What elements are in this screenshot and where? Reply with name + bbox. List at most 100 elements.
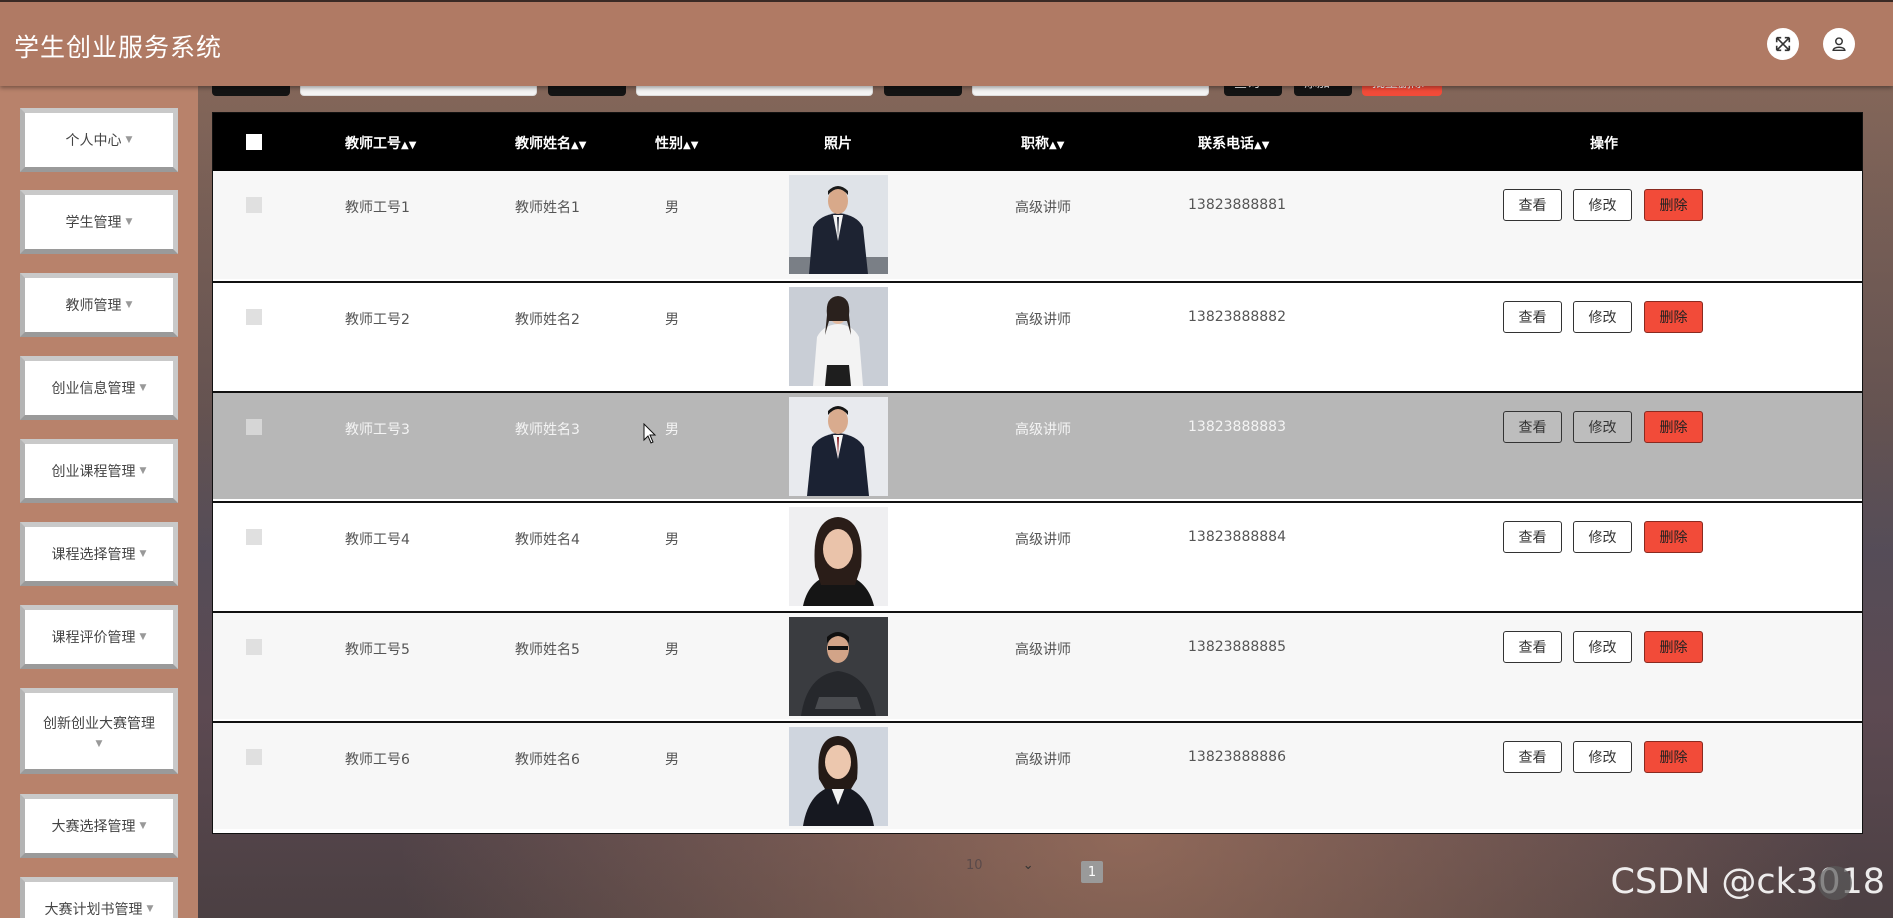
edit-button[interactable]: 修改	[1573, 631, 1632, 663]
sidebar-item-label: 创业课程管理	[51, 464, 136, 480]
table-row-highlighted[interactable]: 教师工号3 教师姓名3 男 高级讲师 13823888883 查看 修改 删除	[213, 391, 1862, 499]
cell-teacher-id: 教师工号5	[345, 642, 410, 658]
table-row[interactable]: 教师工号5 教师姓名5 男 高级讲师 13823888885 查看 修改 删除	[213, 611, 1862, 719]
user-icon	[1832, 37, 1846, 52]
edit-button[interactable]: 修改	[1573, 411, 1632, 443]
teacher-photo	[789, 175, 888, 274]
sidebar-item-startup-info[interactable]: 创业信息管理 ▼	[20, 356, 178, 420]
cell-teacher-id: 教师工号6	[345, 752, 410, 768]
delete-button[interactable]: 删除	[1644, 741, 1703, 773]
view-button[interactable]: 查看	[1503, 631, 1562, 663]
view-button[interactable]: 查看	[1503, 189, 1562, 221]
cell-gender: 男	[665, 312, 679, 328]
column-header-title[interactable]: 职称▲▼	[1021, 133, 1064, 153]
select-all-checkbox[interactable]	[246, 134, 262, 150]
sidebar-item-label: 课程选择管理	[51, 547, 136, 563]
sidebar-item-teacher-management[interactable]: 教师管理 ▼	[20, 273, 178, 337]
delete-button[interactable]: 删除	[1644, 301, 1703, 333]
sort-icon: ▲▼	[683, 140, 699, 151]
row-checkbox[interactable]	[246, 419, 262, 435]
sidebar-item-business-plan[interactable]: 大赛计划书管理 ▼	[20, 877, 178, 918]
table-row[interactable]: 教师工号4 教师姓名4 男 高级讲师 13823888884 查看 修改 删除	[213, 501, 1862, 609]
column-header-teacher-name[interactable]: 教师姓名▲▼	[515, 133, 586, 153]
sidebar-item-label: 创业信息管理	[51, 381, 136, 397]
sidebar: 个人中心 ▼ 学生管理 ▼ 教师管理 ▼ 创业信息管理 ▼ 创业课程管理 ▼ 课程选择管理…	[0, 84, 198, 918]
view-button[interactable]: 查看	[1503, 411, 1562, 443]
page-button-current[interactable]: 1	[1081, 861, 1103, 883]
row-checkbox[interactable]	[246, 197, 262, 213]
cell-teacher-name: 教师姓名5	[515, 642, 580, 658]
delete-button[interactable]: 删除	[1644, 521, 1703, 553]
table-row[interactable]: 教师工号6 教师姓名6 男 高级讲师 13823888886 查看 修改 删除	[213, 721, 1862, 829]
delete-button[interactable]: 删除	[1644, 631, 1703, 663]
header-label: 照片	[824, 136, 852, 152]
caret-down-icon: ▼	[139, 466, 147, 476]
view-button[interactable]: 查看	[1503, 521, 1562, 553]
cell-teacher-id: 教师工号1	[345, 200, 410, 216]
table-header: 教师工号▲▼ 教师姓名▲▼ 性别▲▼ 照片 职称▲▼ 联系电话▲▼ 操作	[213, 113, 1862, 171]
sort-icon: ▲▼	[1254, 140, 1270, 151]
cell-phone: 13823888881	[1188, 197, 1286, 213]
edit-button[interactable]: 修改	[1573, 521, 1632, 553]
sidebar-item-personal-center[interactable]: 个人中心 ▼	[20, 108, 178, 172]
cell-phone: 13823888885	[1188, 639, 1286, 655]
back-to-top-button[interactable]	[1818, 866, 1852, 900]
sidebar-item-label: 大赛选择管理	[51, 819, 136, 835]
delete-button[interactable]: 删除	[1644, 411, 1703, 443]
header-label: 职称	[1021, 136, 1049, 152]
view-button[interactable]: 查看	[1503, 741, 1562, 773]
sidebar-item-label: 学生管理	[65, 215, 122, 231]
table-row[interactable]: 教师工号1 教师姓名1 男 高级讲师 13823888881 查看 修改 删除	[213, 171, 1862, 279]
edit-button[interactable]: 修改	[1573, 741, 1632, 773]
caret-down-icon: ▼	[125, 217, 133, 227]
mouse-cursor-icon	[643, 423, 657, 444]
column-header-gender[interactable]: 性别▲▼	[655, 133, 698, 153]
row-checkbox[interactable]	[246, 309, 262, 325]
row-checkbox[interactable]	[246, 529, 262, 545]
caret-down-icon: ▼	[95, 739, 103, 749]
sidebar-item-competition[interactable]: 创新创业大赛管理 ▼	[20, 688, 178, 774]
column-header-phone[interactable]: 联系电话▲▼	[1198, 133, 1269, 153]
fullscreen-button[interactable]	[1767, 28, 1799, 60]
cell-teacher-id: 教师工号4	[345, 532, 410, 548]
sidebar-item-startup-course[interactable]: 创业课程管理 ▼	[20, 439, 178, 503]
page-size-select[interactable]: 10 ⌄	[966, 858, 1034, 873]
caret-down-icon: ▼	[139, 383, 147, 393]
cell-teacher-id: 教师工号3	[345, 422, 410, 438]
caret-down-icon: ▼	[139, 821, 147, 831]
delete-button[interactable]: 删除	[1644, 189, 1703, 221]
teacher-photo	[789, 617, 888, 716]
cell-teacher-name: 教师姓名6	[515, 752, 580, 768]
cell-phone: 13823888884	[1188, 529, 1286, 545]
row-checkbox[interactable]	[246, 639, 262, 655]
caret-down-icon: ▼	[125, 300, 133, 310]
header-label: 教师工号	[345, 136, 401, 152]
sidebar-item-competition-selection[interactable]: 大赛选择管理 ▼	[20, 794, 178, 858]
teacher-photo	[789, 727, 888, 826]
sidebar-item-course-selection[interactable]: 课程选择管理 ▼	[20, 522, 178, 586]
cell-title: 高级讲师	[1015, 200, 1071, 216]
caret-down-icon: ▼	[146, 904, 154, 914]
header-label: 教师姓名	[515, 136, 571, 152]
cell-gender: 男	[665, 200, 679, 216]
cell-title: 高级讲师	[1015, 642, 1071, 658]
user-menu-button[interactable]	[1823, 28, 1855, 60]
column-header-teacher-id[interactable]: 教师工号▲▼	[345, 133, 416, 153]
edit-button[interactable]: 修改	[1573, 301, 1632, 333]
header-label: 性别	[655, 136, 683, 152]
cell-phone: 13823888883	[1188, 419, 1286, 435]
chevron-down-icon: ⌄	[1022, 858, 1034, 873]
row-checkbox[interactable]	[246, 749, 262, 765]
sort-icon: ▲▼	[401, 140, 417, 151]
table-row[interactable]: 教师工号2 教师姓名2 男 高级讲师 13823888882 查看 修改 删除	[213, 281, 1862, 389]
sidebar-item-student-management[interactable]: 学生管理 ▼	[20, 190, 178, 254]
caret-down-icon: ▼	[139, 632, 147, 642]
caret-down-icon: ▼	[139, 549, 147, 559]
edit-button[interactable]: 修改	[1573, 189, 1632, 221]
view-button[interactable]: 查看	[1503, 301, 1562, 333]
sidebar-item-course-evaluation[interactable]: 课程评价管理 ▼	[20, 605, 178, 669]
cell-phone: 13823888882	[1188, 309, 1286, 325]
teacher-photo	[789, 507, 888, 606]
top-header: 学生创业服务系统	[0, 0, 1893, 86]
sidebar-item-label: 教师管理	[65, 298, 122, 314]
